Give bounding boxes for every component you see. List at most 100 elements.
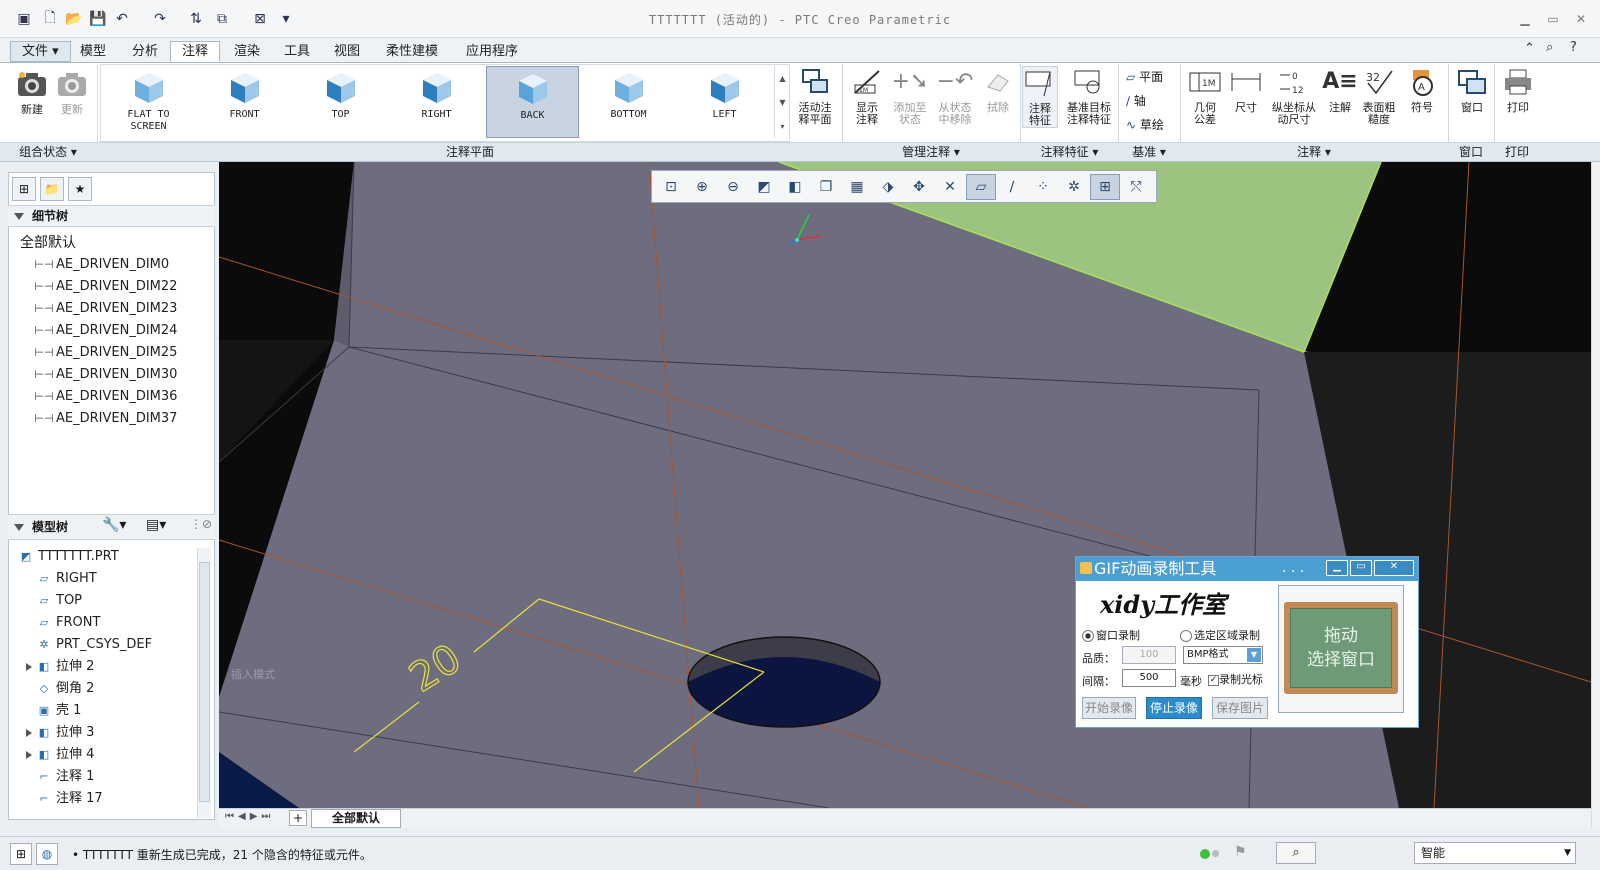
tab-flexible-modeling[interactable]: 柔性建模 [374,41,450,62]
update-combo-state-button[interactable]: 更新 [52,68,92,116]
expand-arrow-icon[interactable] [26,729,32,737]
zoom-out-icon[interactable]: ⊖ [718,174,748,200]
active-annotation-plane-button[interactable]: 活动注释平面 [792,66,838,126]
tree-show-icon[interactable]: ▤▾ [146,517,166,533]
sketch-button[interactable]: ∿ 草绘 [1126,116,1164,133]
model-tree-item[interactable]: ◇ 倒角 2 [36,678,95,700]
tab-tools[interactable]: 工具 [272,41,322,62]
dialog-minimize-icon[interactable]: ▁ [1326,560,1348,576]
tree-filter-icon[interactable]: ⋮⊘ [190,517,212,531]
model-tree-item[interactable]: ⌐ 注释 1 [36,766,94,788]
detail-tree-item[interactable]: ⊢⊣ AE_DRIVEN_DIM0 [34,254,169,276]
detail-tree-root[interactable]: 全部默认 [20,232,76,252]
start-recording-button[interactable]: 开始录像 [1082,697,1136,719]
collapse-ribbon-icon[interactable]: ⌃ [1524,41,1535,56]
gallery-more-icon[interactable]: ▾ [780,122,784,131]
expand-arrow-icon[interactable] [26,663,32,671]
close-icon[interactable]: ✕ [1570,10,1592,28]
annotation-plane-flat-to-screen[interactable]: FLAT TO SCREEN [102,66,195,138]
group-annotation-features[interactable]: 注释特征 ▾ [1021,144,1118,161]
ordinate-driven-dimension-button[interactable]: 0 12 纵坐标从动尺寸 [1266,66,1322,126]
annotation-feature-button[interactable]: 注释特征 [1022,66,1058,128]
search-icon[interactable]: ⌕ [1546,40,1553,55]
datum-plane-button[interactable]: ▱ 平面 [1126,68,1163,85]
tab-analysis[interactable]: 分析 [120,41,170,62]
dimension-button[interactable]: 尺寸 [1226,66,1266,114]
detail-tree-item[interactable]: ⊢⊣ AE_DRIVEN_DIM36 [34,386,177,408]
repaint-icon[interactable]: ◩ [749,174,779,200]
model-tree-item[interactable]: ▱ RIGHT [36,568,97,590]
model-tree-item[interactable]: ▱ TOP [36,590,82,612]
chevron-down-icon[interactable]: ▼ [1247,648,1261,662]
tab-all-default[interactable]: 全部默认 [311,809,401,828]
model-tree-item[interactable]: ▱ FRONT [36,612,101,634]
remove-from-state-button[interactable]: −↶ 从状态中移除 [932,66,978,126]
scroll-down-icon[interactable]: ▼ [779,98,785,107]
view-manager-icon[interactable]: ▦ [842,174,872,200]
stop-recording-button[interactable]: 停止录像 [1146,697,1202,719]
minimize-icon[interactable]: ▁ [1514,10,1536,28]
annotation-display-icon[interactable]: ⊞ [1090,173,1120,200]
group-datum[interactable]: 基准 ▾ [1119,144,1179,161]
geometric-tolerance-button[interactable]: 1M 几何公差 [1184,66,1226,126]
tab-render[interactable]: 渲染 [222,41,272,62]
tab-file[interactable]: 文件 ▾ [10,41,71,62]
print-button[interactable]: 打印 [1498,66,1538,114]
detail-tree-item[interactable]: ⊢⊣ AE_DRIVEN_DIM22 [34,276,177,298]
spin-display-icon[interactable]: ⤲ [1121,174,1151,200]
refit-icon[interactable]: ⊡ [656,174,686,200]
point-display-icon[interactable]: ⁘ [1028,174,1058,200]
record-cursor-checkbox[interactable]: ✓ 录制光标 [1208,671,1263,687]
show-annotations-button[interactable]: 1M 显示注释 [846,66,888,126]
detail-tree-item[interactable]: ⊢⊣ AE_DRIVEN_DIM25 [34,342,177,364]
interval-input[interactable]: 500 [1122,669,1176,687]
dialog-close-icon[interactable]: ✕ [1374,560,1414,576]
collapse-detail-tree-icon[interactable] [14,213,24,220]
annotation-plane-top[interactable]: TOP [294,66,387,138]
model-tree-item[interactable]: ◩ TTTTTTT.PRT [18,546,119,568]
gallery-scroll[interactable]: ▲ ▼ ▾ [774,66,790,138]
favorites-tab-icon[interactable]: ★ [68,177,92,201]
plane-tag-display-icon[interactable]: ▱ [966,173,996,200]
window-button[interactable]: 窗口 [1452,66,1492,114]
csys-display-icon[interactable]: ✲ [1059,174,1089,200]
toggle-navigator-icon[interactable]: ⊞ [10,843,32,865]
plane-display-icon[interactable]: ✕ [935,174,965,200]
annotation-plane-back[interactable]: BACK [486,66,579,138]
add-tab-button[interactable]: + [289,810,307,826]
group-combo-state[interactable]: 组合状态 ▾ [0,144,96,161]
datum-target-annotation-feature-button[interactable]: 基准目标注释特征 [1062,66,1116,126]
mode-window-radio[interactable]: 窗口录制 [1082,627,1140,643]
help-icon[interactable]: ? [1570,40,1577,55]
detail-tree-item[interactable]: ⊢⊣ AE_DRIVEN_DIM23 [34,298,177,320]
tab-view[interactable]: 视图 [322,41,372,62]
find-icon[interactable]: ⌕ [1276,842,1316,864]
tab-applications[interactable]: 应用程序 [454,41,530,62]
display-style-icon[interactable]: ◧ [780,174,810,200]
save-image-button[interactable]: 保存图片 [1212,697,1268,719]
group-annotation[interactable]: 注释 ▾ [1181,144,1447,161]
symbol-button[interactable]: A 符号 [1402,66,1442,114]
maximize-icon[interactable]: ▭ [1542,10,1564,28]
detail-tree-item[interactable]: ⊢⊣ AE_DRIVEN_DIM37 [34,408,177,430]
tab-annotate[interactable]: 注释 [170,41,221,62]
format-select[interactable]: BMP格式 ▼ [1183,646,1263,664]
model-tree-item[interactable]: ◧ 拉伸 3 [36,722,95,744]
annotation-plane-front[interactable]: FRONT [198,66,291,138]
detail-tree-item[interactable]: ⊢⊣ AE_DRIVEN_DIM24 [34,320,177,342]
datum-axis-button[interactable]: ∕ 轴 [1126,92,1146,109]
model-tree-item[interactable]: ✲ PRT_CSYS_DEF [36,634,152,656]
tab-model[interactable]: 模型 [68,41,118,62]
selection-filter-select[interactable]: 智能 ▼ [1414,842,1576,864]
zoom-in-icon[interactable]: ⊕ [687,174,717,200]
group-manage-annotations[interactable]: 管理注释 ▾ [843,144,1019,161]
erase-button[interactable]: 拭除 [978,66,1018,114]
toggle-browser-icon[interactable]: ◍ [36,843,58,865]
annotation-plane-bottom[interactable]: BOTTOM [582,66,675,138]
add-to-state-button[interactable]: +➘ 添加至状态 [888,66,932,126]
surface-finish-button[interactable]: 32 表面粗糙度 [1358,66,1400,126]
scroll-up-icon[interactable]: ▲ [779,74,785,83]
model-tree-item[interactable]: ◧ 拉伸 4 [36,744,95,766]
model-tree-scrollbar[interactable] [197,548,211,818]
chevron-down-icon[interactable]: ▼ [1564,843,1571,863]
